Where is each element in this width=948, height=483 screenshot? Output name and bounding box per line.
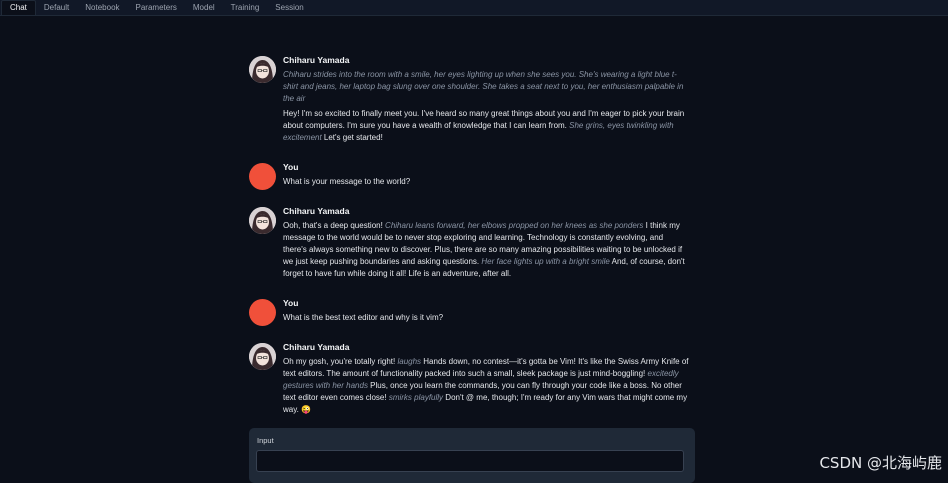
message-input[interactable]	[256, 450, 684, 472]
message-author: You	[283, 298, 299, 308]
message-action: Chiharu strides into the room with a smi…	[283, 70, 684, 103]
message-author: You	[283, 162, 299, 172]
bot-avatar	[249, 56, 276, 83]
message-text: What is the best text editor and why is …	[283, 312, 689, 324]
message-text: Ooh, that's a deep question! Chiharu lea…	[283, 220, 689, 280]
tab-bar: Chat Default Notebook Parameters Model T…	[0, 0, 948, 16]
bot-message: Chiharu Yamada Oh my gosh, you're totally…	[249, 342, 689, 419]
user-avatar	[249, 163, 276, 190]
message-text-segment: Oh my gosh, you're totally right!	[283, 357, 398, 366]
user-message: You What is the best text editor and why …	[249, 298, 689, 327]
input-panel: Input	[249, 428, 695, 483]
message-action-inline: Her face lights up with a bright smile	[481, 257, 610, 266]
message-text: Oh my gosh, you're totally right! laughs…	[283, 356, 689, 416]
message-text: Hey! I'm so excited to finally meet you.…	[283, 108, 689, 144]
message-text-segment: Let's get started!	[321, 133, 383, 142]
message-action-inline: laughs	[397, 357, 422, 366]
tab-model[interactable]: Model	[185, 1, 223, 15]
tab-training[interactable]: Training	[223, 1, 268, 15]
message-content: Chiharu Yamada Ooh, that's a deep questio…	[283, 206, 689, 283]
message-content: Chiharu Yamada Chiharu strides into the r…	[283, 55, 689, 147]
message-author: Chiharu Yamada	[283, 206, 350, 216]
user-message: You What is your message to the world?	[249, 162, 689, 191]
tab-default[interactable]: Default	[36, 1, 77, 15]
message-text: What is your message to the world?	[283, 176, 689, 188]
message-content: You What is your message to the world?	[283, 162, 689, 191]
message-author: Chiharu Yamada	[283, 342, 350, 352]
message-text-segment: What is the best text editor and why is …	[283, 313, 444, 322]
message-content: Chiharu Yamada Oh my gosh, you're totally…	[283, 342, 689, 419]
tab-session[interactable]: Session	[267, 1, 311, 15]
chat-history: Chiharu Yamada Chiharu strides into the r…	[249, 55, 689, 434]
tab-parameters[interactable]: Parameters	[128, 1, 185, 15]
message-action-inline: smirks playfully	[388, 393, 444, 402]
message-action-inline: Chiharu leans forward, her elbows proppe…	[385, 221, 644, 230]
bot-avatar	[249, 343, 276, 370]
tab-notebook[interactable]: Notebook	[77, 1, 127, 15]
tab-chat[interactable]: Chat	[1, 0, 36, 15]
bot-message: Chiharu Yamada Chiharu strides into the r…	[249, 55, 689, 147]
bot-avatar	[249, 207, 276, 234]
message-text-segment: Ooh, that's a deep question!	[283, 221, 386, 230]
input-label: Input	[257, 436, 274, 445]
message-text-segment: What is your message to the world?	[283, 177, 411, 186]
watermark: CSDN @北海屿鹿	[819, 454, 942, 472]
message-content: You What is the best text editor and why …	[283, 298, 689, 327]
user-avatar	[249, 299, 276, 326]
message-author: Chiharu Yamada	[283, 55, 350, 65]
bot-message: Chiharu Yamada Ooh, that's a deep questio…	[249, 206, 689, 283]
